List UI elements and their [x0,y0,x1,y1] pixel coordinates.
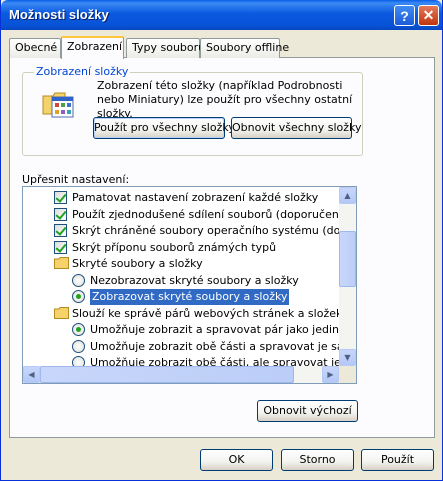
radio-unselected-icon [72,273,85,287]
radio-option[interactable]: Umožňuje zobrazit obě části a spravovat … [23,339,356,355]
radio-unselected-icon [72,339,85,353]
option-label: Slouží ke správě párů webových stránek a… [72,306,346,320]
checkbox-option[interactable]: Pamatovat nastavení zobrazení každé slož… [23,190,353,206]
help-icon: ? [400,7,409,24]
scrollbar-corner [339,366,356,383]
option-label: Nezobrazovat skryté soubory a složky [90,273,299,287]
restore-defaults-button[interactable]: Obnovit výchozí [257,400,358,422]
scroll-up-button[interactable]: ▲ [339,187,356,204]
tree-group-header: Skryté soubory a složky [23,256,353,272]
window-title: Možnosti složky [9,7,109,22]
option-label: Skrýt chráněné soubory operačního systém… [72,224,357,237]
checkbox-checked-icon [54,207,67,221]
option-label: Použít zjednodušené sdílení souborů (dop… [72,207,350,221]
help-button[interactable]: ? [394,5,415,26]
radio-option[interactable]: Nezobrazovat skryté soubory a složky [23,273,353,289]
tab-view[interactable]: Zobrazení [61,36,124,59]
scroll-left-button[interactable]: ◀ [23,366,40,383]
ok-button[interactable]: OK [200,449,273,471]
checkbox-checked-icon [54,191,67,204]
option-label: Pamatovat nastavení zobrazení každé slož… [72,191,319,204]
option-label: Umožňuje zobrazit obě části a spravovat … [90,339,357,353]
tree-group-header: Slouží ke správě párů webových stránek a… [23,306,353,322]
folder-views-legend: Zobrazení složky [34,65,131,79]
option-label: Zobrazovat skryté soubory a složky [90,289,290,305]
scroll-right-button[interactable]: ▶ [322,366,339,383]
checkbox-checked-icon [54,240,67,254]
close-icon: ✕ [422,7,435,23]
advanced-settings-label: Upřesnit nastavení: [22,173,130,186]
vertical-scrollbar[interactable]: ▲ ▼ [339,187,356,366]
apply-to-all-folders-button[interactable]: Použít pro všechny složky [93,117,235,139]
reset-all-folders-button[interactable]: Obnovit všechny složky [231,117,362,139]
title-bar[interactable]: Možnosti složky ? ✕ [1,0,442,30]
advanced-settings-list[interactable]: Pamatovat nastavení zobrazení každé slož… [22,186,357,384]
tab-file-types[interactable]: Typy souborů [126,38,205,58]
folder-icon [54,306,69,319]
checkbox-option[interactable]: Skrýt chráněné soubory operačního systém… [23,223,356,239]
checkbox-option[interactable]: Skrýt příponu souborů známých typů [23,240,353,256]
cancel-button[interactable]: Storno [281,449,354,471]
radio-option[interactable]: Zobrazovat skryté soubory a složky [23,289,353,305]
close-button[interactable]: ✕ [418,5,439,26]
folder-view-icon [42,92,74,118]
horizontal-scrollbar[interactable]: ◀ ▶ [23,366,339,383]
folder-icon [54,257,69,269]
horizontal-scroll-thumb[interactable] [40,366,294,383]
option-label: Skryté soubory a složky [72,257,203,270]
tab-offline-files[interactable]: Soubory offline [200,38,289,58]
option-label: Skrýt příponu souborů známých typů [72,240,277,254]
tab-general[interactable]: Obecné [9,38,61,58]
radio-selected-icon [72,290,85,303]
apply-button[interactable]: Použít [361,449,434,471]
radio-selected-icon [72,323,85,336]
folder-views-description: Zobrazení této složky (například Podrobn… [97,79,353,120]
option-label: Umožňuje zobrazit a spravovat pár jako j… [90,323,357,336]
radio-option[interactable]: Umožňuje zobrazit a spravovat pár jako j… [23,322,356,338]
folder-options-dialog: Možnosti složky ? ✕ Obecné Zobrazení Typ… [0,0,443,481]
checkbox-checked-icon [54,224,67,237]
vertical-scroll-thumb[interactable] [339,231,356,287]
checkbox-option[interactable]: Použít zjednodušené sdílení souborů (dop… [23,207,353,223]
scroll-down-button[interactable]: ▼ [339,349,356,366]
